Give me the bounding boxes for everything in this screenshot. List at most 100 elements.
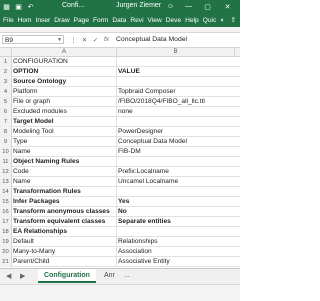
scroll-right-icon[interactable]: ▶ [20, 272, 25, 280]
chevron-down-icon[interactable]: ▼ [57, 36, 62, 45]
cell-option[interactable]: Infer Packages [12, 197, 117, 207]
cell-value[interactable]: Separate entities [117, 217, 235, 227]
scroll-left-icon[interactable]: ◀ [6, 272, 11, 280]
select-all-corner[interactable] [0, 48, 12, 56]
cell-value[interactable]: FIB-DM [117, 147, 235, 157]
tab-help[interactable]: Help [183, 17, 201, 24]
cell-value[interactable] [117, 157, 235, 167]
tab-view[interactable]: View [146, 17, 164, 24]
tab-quick[interactable]: Quic [201, 17, 219, 24]
cell-value[interactable]: Topbraid Composer [117, 87, 235, 97]
tab-review[interactable]: Revi [128, 17, 145, 24]
maximize-button[interactable]: ▢ [203, 2, 212, 11]
sheet-tab-configuration[interactable]: Configuration [38, 269, 96, 283]
undo-icon[interactable]: ↶ [26, 2, 35, 11]
cell-value[interactable] [117, 77, 235, 87]
cell-option[interactable]: Source Ontology [12, 77, 117, 87]
cell-value[interactable]: Prefix:Localname [117, 167, 235, 177]
row-number[interactable]: 4 [0, 87, 12, 97]
row-number[interactable]: 6 [0, 107, 12, 117]
cell-option[interactable]: Type [12, 137, 117, 147]
cell-option[interactable]: Code [12, 167, 117, 177]
cell-option[interactable]: Platform [12, 87, 117, 97]
cell-option[interactable]: Transformation Rules [12, 187, 117, 197]
row-number[interactable]: 10 [0, 147, 12, 157]
row-number[interactable]: 5 [0, 97, 12, 107]
cell-value[interactable]: Associative Entity [117, 257, 235, 267]
cell-value[interactable] [117, 227, 235, 237]
share-icon[interactable]: ⇪ [227, 16, 239, 24]
cell-option[interactable]: OPTION [12, 67, 117, 77]
row-number[interactable]: 3 [0, 77, 12, 87]
cell-value[interactable]: VALUE [117, 67, 235, 77]
cell-value[interactable]: /FIBO/2018Q4/FIBO_all_llc.ttl [117, 97, 235, 107]
row-number[interactable]: 21 [0, 257, 12, 267]
excel-icon[interactable]: ▦ [2, 2, 11, 11]
enter-icon[interactable]: ✓ [92, 36, 99, 44]
cell-value[interactable]: Association [117, 247, 235, 257]
cell-option[interactable]: Target Model [12, 117, 117, 127]
cell-value[interactable]: PowerDesigner [117, 127, 235, 137]
name-box[interactable]: B9 ▼ [2, 35, 64, 44]
row-number[interactable]: 2 [0, 67, 12, 77]
cell-option[interactable]: Default [12, 237, 117, 247]
cell-option[interactable]: Modeling Tool [12, 127, 117, 137]
row-number[interactable]: 17 [0, 217, 12, 227]
cell-option[interactable]: Excluded modules [12, 107, 117, 117]
minimize-button[interactable]: — [184, 2, 193, 11]
cell-option[interactable]: CONFIGURATION [12, 57, 117, 67]
column-header-a[interactable]: A [12, 48, 117, 56]
row-number[interactable]: 7 [0, 117, 12, 127]
cell-option[interactable]: Many-to-Many [12, 247, 117, 257]
cell-value[interactable]: No [117, 207, 235, 217]
cell-option[interactable]: Object Naming Rules [12, 157, 117, 167]
row-number[interactable]: 8 [0, 127, 12, 137]
tab-developer[interactable]: Deve [164, 17, 183, 24]
sheet-tab-more[interactable]: ... [120, 269, 134, 283]
lightbulb-icon[interactable]: ◐ [218, 17, 227, 24]
account-icon[interactable]: ☺ [166, 2, 175, 11]
cell-value[interactable]: none [117, 107, 235, 117]
cell-value[interactable] [117, 117, 235, 127]
tab-draw[interactable]: Draw [52, 17, 71, 24]
more-icon[interactable]: ⋮ [70, 36, 77, 44]
cell-value[interactable]: Uncamel Localname [117, 177, 235, 187]
cell-value[interactable]: Relationships [117, 237, 235, 247]
sheet-tab-next[interactable]: Anr [100, 269, 119, 283]
cell-option[interactable]: File or graph [12, 97, 117, 107]
row-number[interactable]: 14 [0, 187, 12, 197]
row-number[interactable]: 13 [0, 177, 12, 187]
row-number[interactable]: 11 [0, 157, 12, 167]
tab-insert[interactable]: Inser [34, 17, 53, 24]
cell-option[interactable]: Name [12, 147, 117, 157]
cell-value[interactable]: Yes [117, 197, 235, 207]
row-number[interactable]: 19 [0, 237, 12, 247]
save-icon[interactable]: ▣ [14, 2, 23, 11]
row-number[interactable]: 16 [0, 207, 12, 217]
row-number[interactable]: 15 [0, 197, 12, 207]
row-number[interactable]: 18 [0, 227, 12, 237]
row-number[interactable]: 12 [0, 167, 12, 177]
tab-home[interactable]: Hom [16, 17, 34, 24]
tab-formulas[interactable]: Form [91, 17, 110, 24]
cell-value[interactable] [117, 187, 235, 197]
tab-data[interactable]: Data [110, 17, 128, 24]
tab-file[interactable]: File [0, 17, 16, 24]
row-number[interactable]: 9 [0, 137, 12, 147]
fx-icon[interactable]: fx [103, 36, 110, 43]
window-title: Confi... [62, 2, 85, 9]
cell-option[interactable]: EA Relationships [12, 227, 117, 237]
cell-option[interactable]: Transform anonymous classes [12, 207, 117, 217]
cell-option[interactable]: Transform equivalent classes [12, 217, 117, 227]
cell-value[interactable] [117, 57, 235, 67]
row-number[interactable]: 1 [0, 57, 12, 67]
column-header-b[interactable]: B [117, 48, 235, 56]
cell-value[interactable]: Conceptual Data Model [117, 137, 235, 147]
cancel-icon[interactable]: ✕ [81, 36, 88, 44]
tab-page-layout[interactable]: Page [72, 17, 91, 24]
cell-option[interactable]: Name [12, 177, 117, 187]
close-button[interactable]: ✕ [223, 2, 232, 11]
row-number[interactable]: 20 [0, 247, 12, 257]
formula-input[interactable]: Conceptual Data Model [116, 35, 236, 44]
cell-option[interactable]: Parent/Child [12, 257, 117, 267]
